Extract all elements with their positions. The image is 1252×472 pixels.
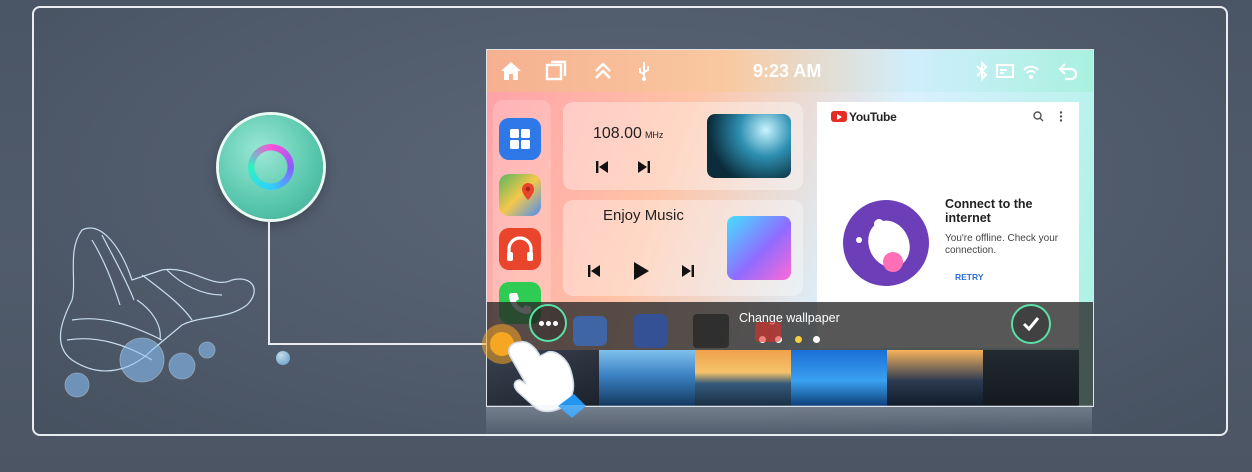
bluetooth-app-icon[interactable] — [633, 314, 667, 348]
wallpaper-thumbnail[interactable] — [695, 350, 791, 406]
offline-description: You're offline. Check your connection. — [945, 233, 1059, 256]
radio-frequency: 108.00 MHz — [593, 125, 664, 142]
status-bar: 9:23 AM — [487, 50, 1093, 92]
headphones-icon[interactable] — [499, 228, 541, 270]
connector-line — [268, 219, 270, 345]
wallpaper-thumbnail[interactable] — [791, 350, 887, 406]
next-track-icon[interactable] — [637, 160, 651, 174]
recent-apps-icon[interactable] — [545, 60, 567, 82]
connector-line — [268, 343, 500, 345]
ring-feature-badge — [219, 115, 323, 219]
wallpaper-thumbnail[interactable] — [983, 350, 1079, 406]
home-icon[interactable] — [499, 60, 523, 82]
wallpaper-thumbnail[interactable] — [887, 350, 983, 406]
previous-track-icon[interactable] — [595, 160, 609, 174]
youtube-logo: YouTube — [831, 110, 897, 124]
confirm-button[interactable] — [1011, 304, 1051, 344]
youtube-app-icon[interactable] — [755, 322, 781, 342]
chevron-up-icon[interactable] — [593, 60, 613, 82]
previous-track-icon[interactable] — [587, 264, 601, 278]
search-icon[interactable] — [1033, 111, 1044, 122]
apps-grid-icon[interactable] — [499, 118, 541, 160]
wallpaper-thumbnail[interactable] — [599, 350, 695, 406]
music-album-art — [727, 216, 791, 280]
usb-icon — [639, 62, 649, 81]
wireframe-hand-illustration — [59, 227, 255, 398]
more-vert-icon[interactable] — [1059, 111, 1063, 122]
bluetooth-icon — [976, 60, 988, 82]
ring-icon — [248, 144, 294, 190]
page-indicator-dot-active[interactable] — [795, 336, 802, 343]
decorative-sphere — [276, 351, 290, 365]
offline-astronaut-illustration — [843, 200, 929, 286]
maps-icon[interactable] — [499, 174, 541, 216]
video-app-icon[interactable] — [693, 314, 729, 348]
play-icon[interactable] — [631, 261, 651, 281]
retry-button[interactable]: RETRY — [955, 272, 984, 282]
cast-icon — [996, 64, 1014, 78]
music-title: Enjoy Music — [603, 207, 684, 224]
page-indicator-dot[interactable] — [813, 336, 820, 343]
screen-reflection — [486, 405, 1092, 439]
next-track-icon[interactable] — [681, 264, 695, 278]
back-icon[interactable] — [1057, 60, 1079, 82]
wallpaper-panel-title: Change wallpaper — [739, 311, 840, 325]
radio-thumbnail — [707, 114, 791, 178]
offline-title: Connect to the internet — [945, 197, 1033, 225]
clock: 9:23 AM — [753, 61, 822, 81]
signal-icon — [1023, 65, 1039, 79]
